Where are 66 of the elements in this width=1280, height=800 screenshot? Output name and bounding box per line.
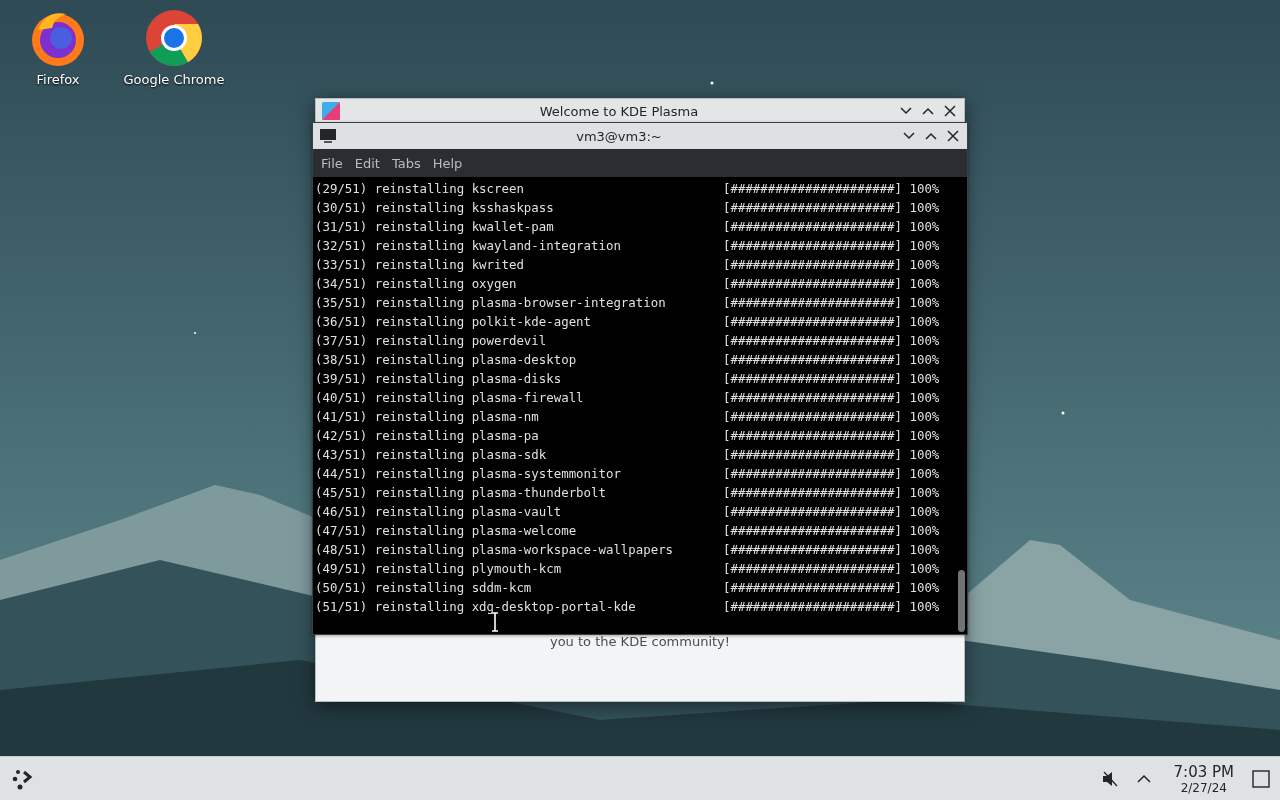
progress-text: [######################] 100%	[723, 580, 941, 595]
progress-text: [######################] 100%	[723, 409, 941, 424]
menu-item[interactable]: Tabs	[385, 153, 427, 173]
progress-text: [######################] 100%	[723, 447, 941, 462]
desktop-icon-label[interactable]: Firefox	[36, 72, 80, 87]
welcome-text: you to the KDE community!	[549, 634, 731, 649]
progress-text: [######################] 100%	[723, 485, 941, 500]
terminal-line: (41/51) reinstalling plasma-nm	[315, 409, 540, 424]
terminal-line: (34/51) reinstalling oxygen	[315, 276, 518, 291]
desktop-icon-label[interactable]: Google Chrome	[123, 72, 225, 87]
window-title: Welcome to KDE Plasma	[538, 103, 700, 119]
progress-text: [######################] 100%	[723, 257, 941, 272]
terminal-line: (43/51) reinstalling plasma-sdk	[315, 447, 548, 462]
show-desktop-icon[interactable]	[1252, 769, 1270, 788]
progress-text: [######################] 100%	[723, 523, 941, 538]
clock[interactable]: 7:03 PM 2/27/24	[1173, 762, 1234, 795]
terminal-line: (39/51) reinstalling plasma-disks	[315, 371, 563, 386]
terminal-line: (38/51) reinstalling plasma-desktop	[315, 352, 578, 367]
terminal-line: (29/51) reinstalling kscreen	[315, 181, 525, 196]
clock-time: 7:03 PM	[1173, 762, 1234, 781]
terminal-line: (42/51) reinstalling plasma-pa	[315, 428, 540, 443]
progress-text: [######################] 100%	[723, 352, 941, 367]
terminal-line: (37/51) reinstalling powerdevil	[315, 333, 548, 348]
menu-item[interactable]: Help	[426, 153, 469, 173]
progress-text: [######################] 100%	[723, 200, 941, 215]
terminal-line: (45/51) reinstalling plasma-thunderbolt	[315, 485, 607, 500]
progress-text: [######################] 100%	[723, 276, 941, 291]
menu-item[interactable]: File	[315, 153, 349, 173]
terminal-line: (40/51) reinstalling plasma-firewall	[315, 390, 585, 405]
terminal-line: (36/51) reinstalling polkit-kde-agent	[315, 314, 592, 329]
terminal-line: (47/51) reinstalling plasma-welcome	[315, 523, 578, 538]
menu-item[interactable]: Edit	[348, 153, 386, 173]
clock-date: 2/27/24	[1180, 780, 1227, 795]
monitor-icon	[319, 127, 337, 145]
terminal-line: (48/51) reinstalling plasma-workspace-wallpapers	[315, 542, 675, 557]
close-button[interactable]	[942, 103, 958, 119]
terminal-line: (30/51) reinstalling ksshaskpass	[315, 200, 555, 215]
terminal-line: (35/51) reinstalling plasma-browser-integration	[315, 295, 667, 310]
progress-text: [######################] 100%	[723, 314, 941, 329]
terminal-line: (49/51) reinstalling plymouth-kcm	[315, 561, 563, 576]
terminal-line: (44/51) reinstalling plasma-systemmonitor	[315, 466, 622, 481]
progress-text: [######################] 100%	[723, 295, 941, 310]
progress-text: [######################] 100%	[723, 428, 941, 443]
progress-text: [######################] 100%	[723, 181, 941, 196]
progress-text: [######################] 100%	[723, 238, 941, 253]
progress-text: [######################] 100%	[723, 466, 941, 481]
text-cursor-icon	[490, 612, 500, 632]
progress-text: [######################] 100%	[723, 333, 941, 348]
scrollbar[interactable]	[955, 177, 967, 634]
close-button[interactable]	[945, 128, 961, 144]
window-title: vm3@vm3:~	[575, 128, 663, 144]
progress-text: [######################] 100%	[723, 371, 941, 386]
progress-text: [######################] 100%	[723, 219, 941, 234]
terminal-line: (33/51) reinstalling kwrited	[315, 257, 525, 272]
progress-text: [######################] 100%	[723, 504, 941, 519]
chrome-icon[interactable]	[144, 8, 204, 68]
app-icon	[322, 102, 340, 120]
terminal-line: (31/51) reinstalling kwallet-pam	[315, 219, 555, 234]
progress-text: [######################] 100%	[723, 599, 941, 614]
progress-text: [######################] 100%	[723, 561, 941, 576]
terminal-line: (51/51) reinstalling xdg-desktop-portal-kde	[315, 599, 637, 614]
terminal-line: (50/51) reinstalling sddm-kcm	[315, 580, 533, 595]
terminal-line: (32/51) reinstalling kwayland-integration	[315, 238, 622, 253]
progress-text: [######################] 100%	[723, 542, 941, 557]
progress-text: [######################] 100%	[723, 390, 941, 405]
terminal-line: (46/51) reinstalling plasma-vault	[315, 504, 563, 519]
